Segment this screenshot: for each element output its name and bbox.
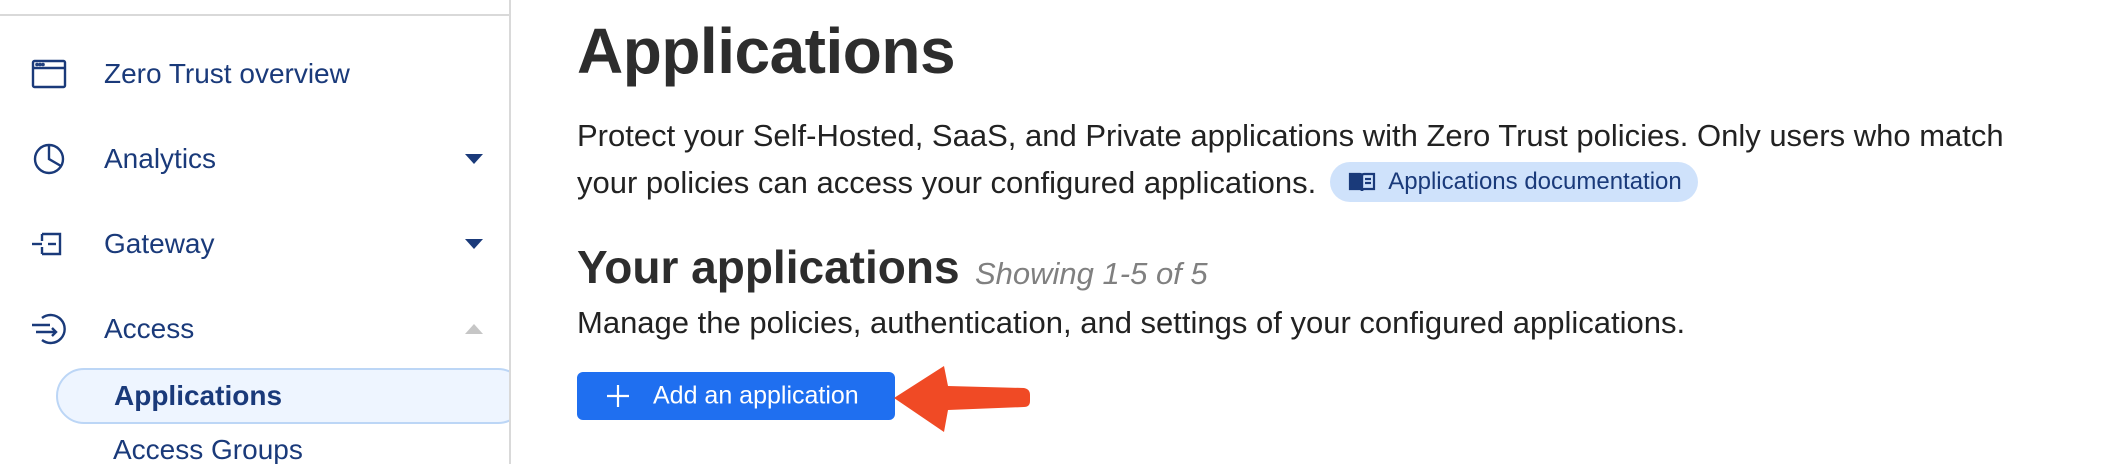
sidebar-subitem-applications[interactable]: Applications [56, 368, 509, 424]
documentation-link[interactable]: Applications documentation [1330, 161, 1698, 202]
sidebar-subitem-access-groups[interactable]: Access Groups [113, 434, 303, 464]
add-application-button[interactable]: Add an application [577, 372, 895, 420]
section-description: Manage the policies, authentication, and… [577, 305, 1686, 340]
sidebar-divider [0, 14, 509, 16]
gateway-icon [30, 225, 68, 263]
app-page: Zero Trust overview Analytics Gateway Ac… [0, 0, 2124, 464]
results-count: Showing 1-5 of 5 [975, 256, 1208, 291]
sidebar-item-zero-trust-overview[interactable]: Zero Trust overview [0, 44, 509, 104]
chevron-down-icon[interactable] [465, 154, 483, 164]
sidebar-item-access[interactable]: Access [0, 299, 509, 359]
sidebar-item-label: Zero Trust overview [104, 58, 350, 89]
section-title: Your applications [577, 241, 960, 293]
annotation-arrow-icon [892, 360, 1032, 436]
page-description: Protect your Self-Hosted, SaaS, and Priv… [577, 112, 2057, 206]
sidebar-item-label: Analytics [104, 143, 217, 174]
documentation-link-label: Applications documentation [1388, 168, 1682, 196]
sidebar: Zero Trust overview Analytics Gateway Ac… [0, 0, 511, 464]
sidebar-item-label: Gateway [104, 228, 215, 259]
sidebar-item-analytics[interactable]: Analytics [0, 129, 509, 189]
sidebar-item-gateway[interactable]: Gateway [0, 214, 509, 274]
page-description-text: Protect your Self-Hosted, SaaS, and Priv… [577, 118, 2004, 200]
sidebar-item-label: Access [104, 313, 195, 344]
add-application-label: Add an application [653, 381, 859, 410]
page-title: Applications [577, 15, 956, 87]
access-icon [30, 310, 68, 348]
pie-chart-icon [30, 140, 68, 178]
chevron-up-icon[interactable] [465, 324, 483, 334]
main-content: Applications Protect your Self-Hosted, S… [577, 0, 2097, 464]
chevron-down-icon[interactable] [465, 239, 483, 249]
browser-window-icon [30, 55, 68, 93]
plus-icon [605, 383, 631, 409]
book-icon [1348, 170, 1376, 194]
sidebar-subitem-label: Applications [114, 380, 283, 411]
